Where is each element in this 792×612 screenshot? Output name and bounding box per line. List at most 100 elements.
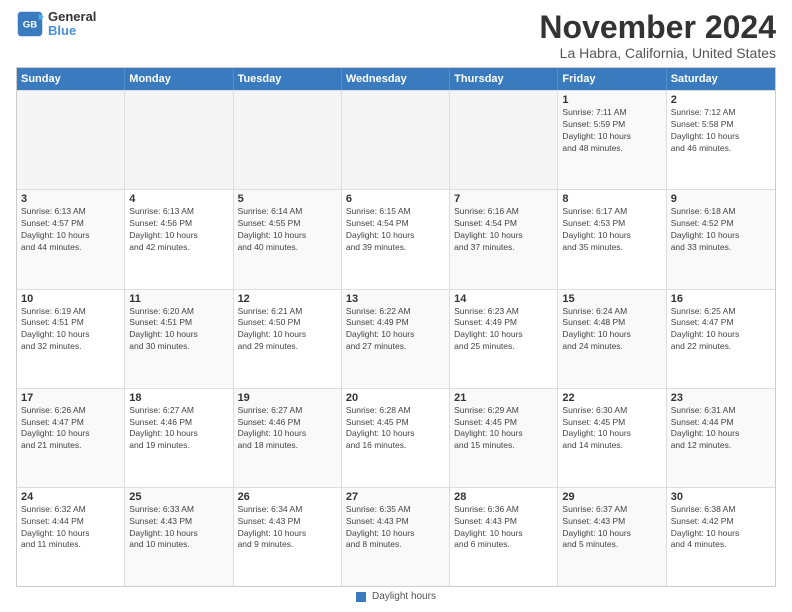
day-info: Sunrise: 6:29 AM Sunset: 4:45 PM Dayligh… bbox=[454, 405, 553, 453]
day-number: 30 bbox=[671, 491, 771, 503]
cal-row: 3Sunrise: 6:13 AM Sunset: 4:57 PM Daylig… bbox=[17, 189, 775, 288]
day-info: Sunrise: 6:31 AM Sunset: 4:44 PM Dayligh… bbox=[671, 405, 771, 453]
day-number: 1 bbox=[562, 94, 661, 106]
day-info: Sunrise: 6:23 AM Sunset: 4:49 PM Dayligh… bbox=[454, 306, 553, 354]
day-number: 17 bbox=[21, 392, 120, 404]
cal-cell: 9Sunrise: 6:18 AM Sunset: 4:52 PM Daylig… bbox=[667, 190, 775, 288]
day-info: Sunrise: 6:38 AM Sunset: 4:42 PM Dayligh… bbox=[671, 504, 771, 552]
day-number: 2 bbox=[671, 94, 771, 106]
cal-cell: 23Sunrise: 6:31 AM Sunset: 4:44 PM Dayli… bbox=[667, 389, 775, 487]
day-number: 28 bbox=[454, 491, 553, 503]
day-number: 3 bbox=[21, 193, 120, 205]
cal-cell: 19Sunrise: 6:27 AM Sunset: 4:46 PM Dayli… bbox=[234, 389, 342, 487]
svg-text:GB: GB bbox=[23, 20, 37, 31]
cal-row: 1Sunrise: 7:11 AM Sunset: 5:59 PM Daylig… bbox=[17, 90, 775, 189]
day-number: 5 bbox=[238, 193, 337, 205]
day-number: 25 bbox=[129, 491, 228, 503]
day-info: Sunrise: 6:30 AM Sunset: 4:45 PM Dayligh… bbox=[562, 405, 661, 453]
day-info: Sunrise: 6:35 AM Sunset: 4:43 PM Dayligh… bbox=[346, 504, 445, 552]
day-number: 29 bbox=[562, 491, 661, 503]
footer: Daylight hours bbox=[16, 587, 776, 604]
day-info: Sunrise: 6:14 AM Sunset: 4:55 PM Dayligh… bbox=[238, 206, 337, 254]
cal-cell bbox=[17, 91, 125, 189]
day-info: Sunrise: 6:26 AM Sunset: 4:47 PM Dayligh… bbox=[21, 405, 120, 453]
day-info: Sunrise: 6:20 AM Sunset: 4:51 PM Dayligh… bbox=[129, 306, 228, 354]
day-number: 18 bbox=[129, 392, 228, 404]
cal-row: 10Sunrise: 6:19 AM Sunset: 4:51 PM Dayli… bbox=[17, 289, 775, 388]
day-number: 19 bbox=[238, 392, 337, 404]
cal-header-cell: Thursday bbox=[450, 68, 558, 90]
legend-label: Daylight hours bbox=[372, 591, 436, 602]
cal-cell: 21Sunrise: 6:29 AM Sunset: 4:45 PM Dayli… bbox=[450, 389, 558, 487]
cal-cell: 12Sunrise: 6:21 AM Sunset: 4:50 PM Dayli… bbox=[234, 290, 342, 388]
day-number: 20 bbox=[346, 392, 445, 404]
day-number: 24 bbox=[21, 491, 120, 503]
cal-cell: 1Sunrise: 7:11 AM Sunset: 5:59 PM Daylig… bbox=[558, 91, 666, 189]
cal-cell: 11Sunrise: 6:20 AM Sunset: 4:51 PM Dayli… bbox=[125, 290, 233, 388]
day-number: 4 bbox=[129, 193, 228, 205]
logo-line1: General bbox=[48, 10, 96, 24]
day-info: Sunrise: 6:21 AM Sunset: 4:50 PM Dayligh… bbox=[238, 306, 337, 354]
cal-cell bbox=[234, 91, 342, 189]
calendar: SundayMondayTuesdayWednesdayThursdayFrid… bbox=[16, 67, 776, 587]
cal-cell: 30Sunrise: 6:38 AM Sunset: 4:42 PM Dayli… bbox=[667, 488, 775, 586]
cal-cell: 6Sunrise: 6:15 AM Sunset: 4:54 PM Daylig… bbox=[342, 190, 450, 288]
cal-cell: 15Sunrise: 6:24 AM Sunset: 4:48 PM Dayli… bbox=[558, 290, 666, 388]
cal-cell: 20Sunrise: 6:28 AM Sunset: 4:45 PM Dayli… bbox=[342, 389, 450, 487]
day-number: 15 bbox=[562, 293, 661, 305]
day-number: 27 bbox=[346, 491, 445, 503]
cal-cell: 8Sunrise: 6:17 AM Sunset: 4:53 PM Daylig… bbox=[558, 190, 666, 288]
header: GB General Blue November 2024 La Habra, … bbox=[16, 10, 776, 61]
day-info: Sunrise: 7:12 AM Sunset: 5:58 PM Dayligh… bbox=[671, 107, 771, 155]
page-title: November 2024 bbox=[539, 10, 776, 45]
cal-header-cell: Sunday bbox=[17, 68, 125, 90]
cal-cell: 26Sunrise: 6:34 AM Sunset: 4:43 PM Dayli… bbox=[234, 488, 342, 586]
calendar-body: 1Sunrise: 7:11 AM Sunset: 5:59 PM Daylig… bbox=[17, 90, 775, 586]
cal-cell bbox=[342, 91, 450, 189]
day-number: 14 bbox=[454, 293, 553, 305]
logo: GB General Blue bbox=[16, 10, 96, 39]
cal-cell: 7Sunrise: 6:16 AM Sunset: 4:54 PM Daylig… bbox=[450, 190, 558, 288]
cal-header-cell: Wednesday bbox=[342, 68, 450, 90]
cal-header-cell: Friday bbox=[558, 68, 666, 90]
cal-cell: 13Sunrise: 6:22 AM Sunset: 4:49 PM Dayli… bbox=[342, 290, 450, 388]
day-number: 11 bbox=[129, 293, 228, 305]
day-number: 13 bbox=[346, 293, 445, 305]
cal-header-cell: Saturday bbox=[667, 68, 775, 90]
cal-row: 17Sunrise: 6:26 AM Sunset: 4:47 PM Dayli… bbox=[17, 388, 775, 487]
day-number: 21 bbox=[454, 392, 553, 404]
cal-cell: 28Sunrise: 6:36 AM Sunset: 4:43 PM Dayli… bbox=[450, 488, 558, 586]
day-info: Sunrise: 6:13 AM Sunset: 4:56 PM Dayligh… bbox=[129, 206, 228, 254]
cal-cell bbox=[450, 91, 558, 189]
day-info: Sunrise: 6:22 AM Sunset: 4:49 PM Dayligh… bbox=[346, 306, 445, 354]
cal-cell: 10Sunrise: 6:19 AM Sunset: 4:51 PM Dayli… bbox=[17, 290, 125, 388]
day-info: Sunrise: 6:27 AM Sunset: 4:46 PM Dayligh… bbox=[129, 405, 228, 453]
cal-cell: 25Sunrise: 6:33 AM Sunset: 4:43 PM Dayli… bbox=[125, 488, 233, 586]
calendar-header: SundayMondayTuesdayWednesdayThursdayFrid… bbox=[17, 68, 775, 90]
day-number: 6 bbox=[346, 193, 445, 205]
day-info: Sunrise: 6:16 AM Sunset: 4:54 PM Dayligh… bbox=[454, 206, 553, 254]
day-number: 22 bbox=[562, 392, 661, 404]
day-info: Sunrise: 7:11 AM Sunset: 5:59 PM Dayligh… bbox=[562, 107, 661, 155]
day-number: 16 bbox=[671, 293, 771, 305]
cal-cell: 5Sunrise: 6:14 AM Sunset: 4:55 PM Daylig… bbox=[234, 190, 342, 288]
day-number: 12 bbox=[238, 293, 337, 305]
cal-cell: 22Sunrise: 6:30 AM Sunset: 4:45 PM Dayli… bbox=[558, 389, 666, 487]
day-info: Sunrise: 6:33 AM Sunset: 4:43 PM Dayligh… bbox=[129, 504, 228, 552]
day-info: Sunrise: 6:19 AM Sunset: 4:51 PM Dayligh… bbox=[21, 306, 120, 354]
day-info: Sunrise: 6:17 AM Sunset: 4:53 PM Dayligh… bbox=[562, 206, 661, 254]
day-info: Sunrise: 6:32 AM Sunset: 4:44 PM Dayligh… bbox=[21, 504, 120, 552]
logo-line2: Blue bbox=[48, 24, 96, 38]
cal-cell: 16Sunrise: 6:25 AM Sunset: 4:47 PM Dayli… bbox=[667, 290, 775, 388]
logo-icon: GB bbox=[16, 10, 44, 38]
title-block: November 2024 La Habra, California, Unit… bbox=[539, 10, 776, 61]
day-info: Sunrise: 6:13 AM Sunset: 4:57 PM Dayligh… bbox=[21, 206, 120, 254]
logo-text: General Blue bbox=[48, 10, 96, 39]
cal-cell bbox=[125, 91, 233, 189]
day-number: 23 bbox=[671, 392, 771, 404]
cal-cell: 3Sunrise: 6:13 AM Sunset: 4:57 PM Daylig… bbox=[17, 190, 125, 288]
day-number: 8 bbox=[562, 193, 661, 205]
cal-cell: 29Sunrise: 6:37 AM Sunset: 4:43 PM Dayli… bbox=[558, 488, 666, 586]
day-info: Sunrise: 6:24 AM Sunset: 4:48 PM Dayligh… bbox=[562, 306, 661, 354]
cal-cell: 27Sunrise: 6:35 AM Sunset: 4:43 PM Dayli… bbox=[342, 488, 450, 586]
